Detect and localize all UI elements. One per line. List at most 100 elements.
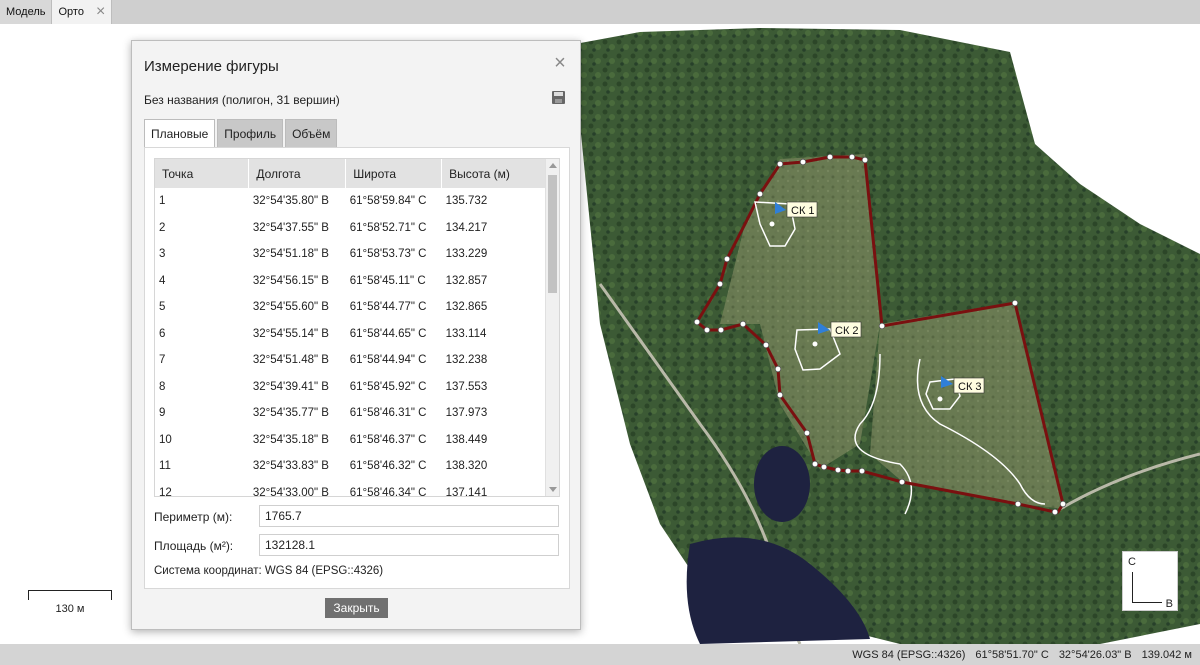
cell-altitude: 133.229 [445, 248, 488, 261]
cell-point: 10 [159, 433, 172, 446]
cell-altitude: 134.217 [445, 221, 488, 234]
table-row[interactable]: 1 32°54'35.80" В 61°58'59.84" С 135.732 [155, 188, 547, 215]
cell-latitude: 61°58'46.32" С [349, 460, 427, 473]
polygon-label: СК 1 [791, 205, 815, 217]
cell-altitude: 137.141 [445, 486, 488, 497]
status-crs: WGS 84 (EPSG::4326) [852, 648, 966, 661]
tab-ortho-label: Орто [58, 6, 84, 18]
scrollbar-thumb[interactable] [548, 175, 557, 293]
cell-longitude: 32°54'39.41" В [252, 380, 329, 393]
cell-point: 1 [159, 195, 166, 208]
scroll-down-arrow-icon[interactable] [549, 487, 557, 492]
cell-point: 6 [159, 327, 166, 340]
area-field[interactable]: 132128.1 [259, 534, 559, 556]
tab-profile[interactable]: Профиль [217, 119, 284, 147]
cell-altitude: 132.857 [445, 274, 488, 287]
column-header-point[interactable]: Точка [155, 159, 250, 188]
cell-latitude: 61°58'46.37" С [349, 433, 427, 446]
table-row[interactable]: 10 32°54'35.18" В 61°58'46.37" С 138.449 [155, 427, 547, 454]
table-row[interactable]: 5 32°54'55.60" В 61°58'44.77" С 132.865 [155, 294, 547, 321]
cell-longitude: 32°54'51.48" В [252, 354, 329, 367]
status-latitude: 61°58'51.70" С [975, 648, 1049, 661]
status-longitude: 32°54'26.03" В [1058, 648, 1132, 661]
lake-small [754, 446, 810, 522]
tab-planimetric[interactable]: Плановые [144, 119, 216, 147]
scale-bar [28, 590, 112, 600]
save-icon[interactable] [552, 91, 565, 104]
cell-altitude: 138.449 [445, 433, 488, 446]
tab-ortho[interactable]: Орто × [52, 0, 113, 24]
cell-latitude: 61°58'52.71" С [349, 221, 427, 234]
table-row[interactable]: 3 32°54'51.18" В 61°58'53.73" С 133.229 [155, 241, 547, 268]
cell-longitude: 32°54'56.15" В [252, 274, 329, 287]
table-row[interactable]: 11 32°54'33.83" В 61°58'46.32" С 138.320 [155, 453, 547, 480]
cell-latitude: 61°58'44.77" С [349, 301, 427, 314]
cell-latitude: 61°58'59.84" С [349, 195, 427, 208]
table-row[interactable]: 9 32°54'35.77" В 61°58'46.31" С 137.973 [155, 400, 547, 427]
tab-model-label: Модель [6, 6, 46, 18]
column-header-longitude[interactable]: Долгота [248, 159, 347, 188]
area-label: Площадь (м²): [154, 539, 234, 553]
compass-east-axis [1132, 602, 1162, 603]
cell-longitude: 32°54'35.77" В [252, 407, 329, 420]
cell-altitude: 133.114 [445, 327, 487, 340]
compass-east-label: В [1165, 598, 1173, 610]
table-row[interactable]: 8 32°54'39.41" В 61°58'45.92" С 137.553 [155, 374, 547, 401]
table-header-row: Точка Долгота Широта Высота (м) [155, 159, 547, 188]
tab-volume[interactable]: Объём [285, 119, 338, 147]
column-header-latitude[interactable]: Широта [345, 159, 443, 188]
close-tab-icon[interactable]: × [96, 4, 105, 20]
close-button[interactable]: Закрыть [325, 598, 388, 618]
cell-longitude: 32°54'33.00" В [252, 486, 329, 497]
table-row[interactable]: 2 32°54'37.55" В 61°58'52.71" С 134.217 [155, 215, 547, 242]
close-icon[interactable]: × [550, 53, 570, 73]
table-row[interactable]: 7 32°54'51.48" В 61°58'44.94" С 132.238 [155, 347, 547, 374]
status-altitude: 139.042 м [1141, 648, 1192, 661]
cell-latitude: 61°58'53.73" С [349, 248, 427, 261]
cell-point: 8 [159, 380, 166, 393]
tab-panel-planimetric: Точка Долгота Широта Высота (м) 1 32°54'3… [144, 147, 570, 589]
cell-altitude: 138.320 [445, 460, 488, 473]
cell-longitude: 32°54'55.60" В [252, 301, 329, 314]
cell-point: 5 [159, 301, 166, 314]
polygon-label: СК 3 [958, 381, 982, 393]
cell-altitude: 137.973 [445, 407, 488, 420]
cell-point: 9 [159, 407, 166, 420]
cell-latitude: 61°58'46.31" С [349, 407, 427, 420]
crs-label: Система координат: [154, 565, 262, 577]
cell-altitude: 135.732 [445, 195, 488, 208]
crs-row: Система координат: WGS 84 (EPSG::4326) [154, 565, 383, 577]
cell-longitude: 32°54'35.80" В [252, 195, 329, 208]
vertices-table: Точка Долгота Широта Высота (м) 1 32°54'3… [154, 158, 560, 497]
cell-longitude: 32°54'55.14" В [252, 327, 329, 340]
cell-altitude: 137.553 [445, 380, 488, 393]
perimeter-label: Периметр (м): [154, 510, 233, 524]
table-row[interactable]: 12 32°54'33.00" В 61°58'46.34" С 137.141 [155, 480, 547, 497]
tab-model[interactable]: Модель [0, 0, 53, 24]
compass-north-label: С [1128, 556, 1136, 568]
compass-widget: С В [1122, 551, 1178, 611]
dialog-tabs: Плановые Профиль Объём [144, 119, 338, 147]
cell-altitude: 132.865 [445, 301, 488, 314]
cell-latitude: 61°58'44.94" С [349, 354, 427, 367]
cell-point: 2 [159, 221, 166, 234]
shape-description: Без названия (полигон, 31 вершин) [144, 93, 340, 107]
measure-shape-dialog: Измерение фигуры × Без названия (полигон… [131, 40, 581, 630]
table-row[interactable]: 6 32°54'55.14" В 61°58'44.65" С 133.114 [155, 321, 547, 348]
cell-point: 3 [159, 248, 166, 261]
polygon-label: СК 2 [835, 325, 859, 337]
status-bar: WGS 84 (EPSG::4326) 61°58'51.70" С 32°54… [0, 644, 1200, 665]
cell-point: 4 [159, 274, 166, 287]
cell-latitude: 61°58'45.11" С [349, 274, 426, 287]
table-scrollbar[interactable] [545, 159, 559, 496]
cell-longitude: 32°54'37.55" В [252, 221, 329, 234]
cell-point: 11 [159, 460, 171, 473]
perimeter-field[interactable]: 1765.7 [259, 505, 559, 527]
cell-point: 7 [159, 354, 166, 367]
table-row[interactable]: 4 32°54'56.15" В 61°58'45.11" С 132.857 [155, 268, 547, 295]
table-body: 1 32°54'35.80" В 61°58'59.84" С 135.732 2 32°… [155, 188, 547, 497]
cell-point: 12 [159, 486, 172, 497]
column-header-altitude[interactable]: Высота (м) [441, 159, 547, 188]
cell-latitude: 61°58'46.34" С [349, 486, 427, 497]
scroll-up-arrow-icon[interactable] [549, 163, 557, 168]
